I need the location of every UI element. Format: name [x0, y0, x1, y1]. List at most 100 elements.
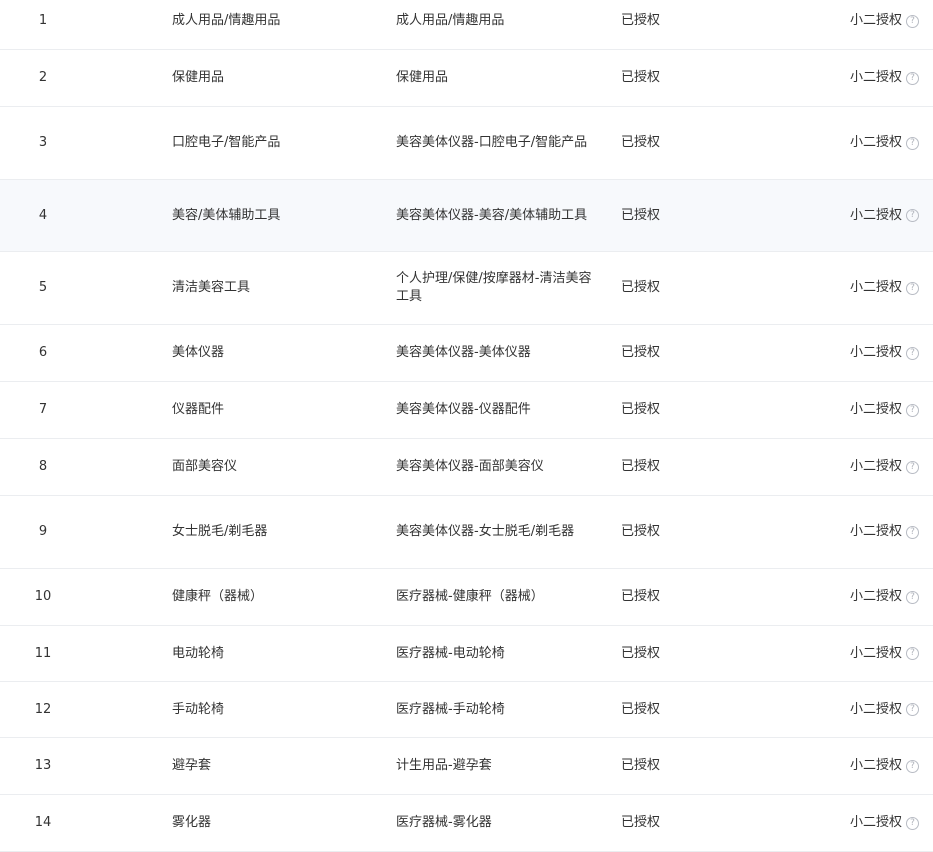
status-text: 已授权	[621, 758, 661, 773]
auth-type-label: 小二授权	[849, 70, 902, 85]
help-circle-icon[interactable]: ?	[906, 816, 919, 830]
table-row: 6 美体仪器 美容美体仪器-美体仪器 已授权 小二授权 ?	[0, 325, 933, 382]
auth-type: 小二授权 ?	[759, 569, 919, 625]
status-text: 已授权	[621, 701, 661, 717]
help-circle-icon[interactable]: ?	[906, 14, 919, 28]
category-name: 避孕套	[172, 758, 212, 773]
auth-type: 小二授权 ?	[759, 325, 919, 381]
row-index: 12	[34, 701, 52, 717]
authorized-category-table: 1 成人用品/情趣用品 成人用品/情趣用品 已授权 小二授权 ? 2 保健用品 …	[0, 0, 933, 852]
category-name: 成人用品/情趣用品	[172, 13, 281, 28]
auth-type: 小二授权 ?	[759, 439, 919, 495]
row-index: 9	[38, 524, 48, 539]
auth-type-label: 小二授权	[849, 758, 902, 773]
auth-type: 小二授权 ?	[759, 180, 919, 251]
help-circle-icon[interactable]: ?	[906, 209, 919, 222]
category-name: 健康秤（器械）	[172, 589, 264, 604]
auth-type-label: 小二授权	[849, 345, 902, 360]
status-text: 已授权	[621, 402, 661, 417]
auth-type-label: 小二授权	[849, 815, 902, 830]
status-text: 已授权	[621, 13, 661, 28]
table-row: 1 成人用品/情趣用品 成人用品/情趣用品 已授权 小二授权 ?	[0, 0, 933, 50]
row-index: 4	[38, 207, 48, 223]
category-path: 医疗器械-电动轮椅	[396, 645, 505, 661]
category-path: 计生用品-避孕套	[396, 758, 492, 773]
category-path: 个人护理/保健/按摩器材-清洁美容工具	[396, 271, 592, 304]
row-index: 2	[38, 70, 48, 85]
category-name: 面部美容仪	[172, 459, 238, 474]
category-name: 美容/美体辅助工具	[172, 207, 281, 223]
category-path: 美容美体仪器-美容/美体辅助工具	[396, 207, 588, 223]
auth-type-label: 小二授权	[849, 589, 902, 604]
auth-type-label: 小二授权	[849, 701, 902, 717]
auth-type: 小二授权 ?	[759, 496, 919, 568]
auth-type: 小二授权 ?	[759, 0, 919, 49]
help-circle-icon[interactable]: ?	[906, 460, 919, 474]
category-name: 手动轮椅	[172, 701, 225, 717]
help-circle-icon[interactable]: ?	[906, 525, 919, 539]
status-text: 已授权	[621, 135, 661, 150]
auth-type: 小二授权 ?	[759, 107, 919, 179]
table-row: 3 口腔电子/智能产品 美容美体仪器-口腔电子/智能产品 已授权 小二授权 ?	[0, 107, 933, 180]
table-row: 12 手动轮椅 医疗器械-手动轮椅 已授权 小二授权 ?	[0, 682, 933, 738]
auth-type: 小二授权 ?	[759, 382, 919, 438]
auth-type: 小二授权 ?	[759, 738, 919, 794]
category-name: 口腔电子/智能产品	[172, 135, 281, 150]
help-circle-icon[interactable]: ?	[906, 281, 919, 295]
row-index: 1	[38, 13, 48, 28]
category-path: 美容美体仪器-仪器配件	[396, 402, 531, 417]
category-path: 美容美体仪器-女士脱毛/剃毛器	[396, 524, 575, 539]
status-text: 已授权	[621, 459, 661, 474]
status-text: 已授权	[621, 645, 661, 661]
status-text: 已授权	[621, 70, 661, 85]
category-name: 雾化器	[172, 815, 212, 830]
table-row: 4 美容/美体辅助工具 美容美体仪器-美容/美体辅助工具 已授权 小二授权 ?	[0, 180, 933, 252]
category-path: 医疗器械-手动轮椅	[396, 701, 505, 717]
help-circle-icon[interactable]: ?	[906, 346, 919, 360]
category-name: 清洁美容工具	[172, 280, 251, 295]
row-index: 14	[34, 815, 52, 830]
auth-type-label: 小二授权	[849, 280, 902, 295]
table-row: 9 女士脱毛/剃毛器 美容美体仪器-女士脱毛/剃毛器 已授权 小二授权 ?	[0, 496, 933, 569]
auth-type: 小二授权 ?	[759, 795, 919, 851]
category-name: 女士脱毛/剃毛器	[172, 524, 268, 539]
status-text: 已授权	[621, 589, 661, 604]
row-index: 10	[34, 589, 52, 604]
help-circle-icon[interactable]: ?	[906, 136, 919, 150]
category-name: 保健用品	[172, 70, 225, 85]
category-name: 仪器配件	[172, 402, 225, 417]
category-name: 美体仪器	[172, 345, 225, 360]
table-row: 13 避孕套 计生用品-避孕套 已授权 小二授权 ?	[0, 738, 933, 795]
category-path: 保健用品	[396, 70, 449, 85]
help-circle-icon[interactable]: ?	[906, 590, 919, 604]
row-index: 13	[34, 758, 52, 773]
help-circle-icon[interactable]: ?	[906, 403, 919, 417]
help-circle-icon[interactable]: ?	[906, 759, 919, 773]
category-path: 成人用品/情趣用品	[396, 13, 505, 28]
category-name: 电动轮椅	[172, 645, 225, 661]
auth-type-label: 小二授权	[849, 135, 902, 150]
category-path: 美容美体仪器-美体仪器	[396, 345, 531, 360]
table-row: 10 健康秤（器械） 医疗器械-健康秤（器械） 已授权 小二授权 ?	[0, 569, 933, 626]
table-row: 7 仪器配件 美容美体仪器-仪器配件 已授权 小二授权 ?	[0, 382, 933, 439]
status-text: 已授权	[621, 207, 661, 223]
category-path: 医疗器械-雾化器	[396, 815, 492, 830]
auth-type: 小二授权 ?	[759, 252, 919, 324]
status-text: 已授权	[621, 815, 661, 830]
status-text: 已授权	[621, 524, 661, 539]
status-text: 已授权	[621, 345, 661, 360]
table-row: 11 电动轮椅 医疗器械-电动轮椅 已授权 小二授权 ?	[0, 626, 933, 682]
auth-type: 小二授权 ?	[759, 626, 919, 681]
auth-type-label: 小二授权	[849, 524, 902, 539]
status-text: 已授权	[621, 280, 661, 295]
help-circle-icon[interactable]: ?	[906, 703, 919, 716]
auth-type-label: 小二授权	[849, 645, 902, 661]
auth-type: 小二授权 ?	[759, 50, 919, 106]
help-circle-icon[interactable]: ?	[906, 647, 919, 660]
auth-type: 小二授权 ?	[759, 682, 919, 737]
table-row: 5 清洁美容工具 个人护理/保健/按摩器材-清洁美容工具 已授权 小二授权 ?	[0, 252, 933, 325]
category-path: 美容美体仪器-面部美容仪	[396, 459, 544, 474]
row-index: 5	[38, 280, 48, 295]
help-circle-icon[interactable]: ?	[906, 71, 919, 85]
row-index: 6	[38, 345, 48, 360]
